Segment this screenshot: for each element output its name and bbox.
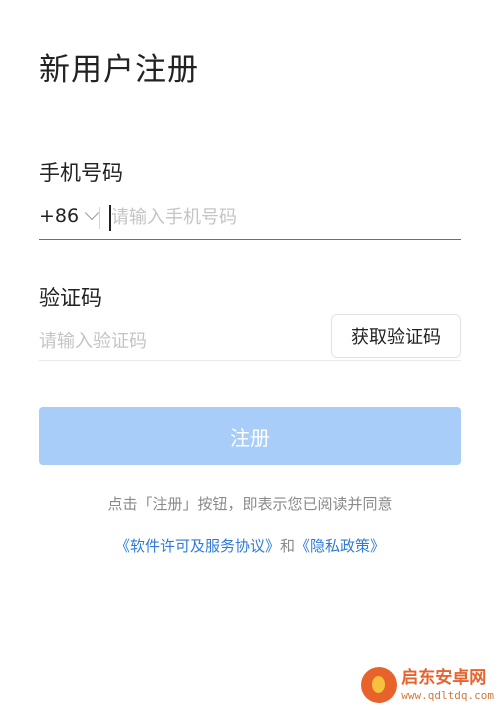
agreement-links: 《软件许可及服务协议》和《隐私政策》 xyxy=(0,535,500,556)
agreement-connector: 和 xyxy=(279,537,295,555)
watermark-logo-icon xyxy=(361,667,398,703)
phone-field-row: +86 xyxy=(39,197,461,240)
country-code-selector[interactable]: +86 xyxy=(39,205,100,227)
verification-code-label: 验证码 xyxy=(39,286,102,310)
register-button[interactable]: 注册 xyxy=(39,407,461,465)
phone-input[interactable] xyxy=(111,197,456,238)
chevron-down-icon xyxy=(85,205,100,221)
phone-label: 手机号码 xyxy=(39,161,123,185)
watermark: 启东安卓网 www.qdltdq.com xyxy=(361,665,494,705)
watermark-name: 启东安卓网 xyxy=(401,667,487,688)
privacy-policy-link[interactable]: 《隐私政策》 xyxy=(295,537,385,555)
verification-code-input[interactable] xyxy=(39,322,319,360)
agreement-text: 点击「注册」按钮，即表示您已阅读并同意 xyxy=(107,495,393,513)
license-agreement-link[interactable]: 《软件许可及服务协议》 xyxy=(115,537,280,555)
code-field-row: 获取验证码 xyxy=(39,312,461,361)
country-code-value: +86 xyxy=(39,205,80,227)
get-code-button[interactable]: 获取验证码 xyxy=(331,314,461,358)
watermark-url: www.qdltdq.com xyxy=(401,688,494,702)
page-title: 新用户注册 xyxy=(39,52,199,88)
divider xyxy=(99,207,100,229)
